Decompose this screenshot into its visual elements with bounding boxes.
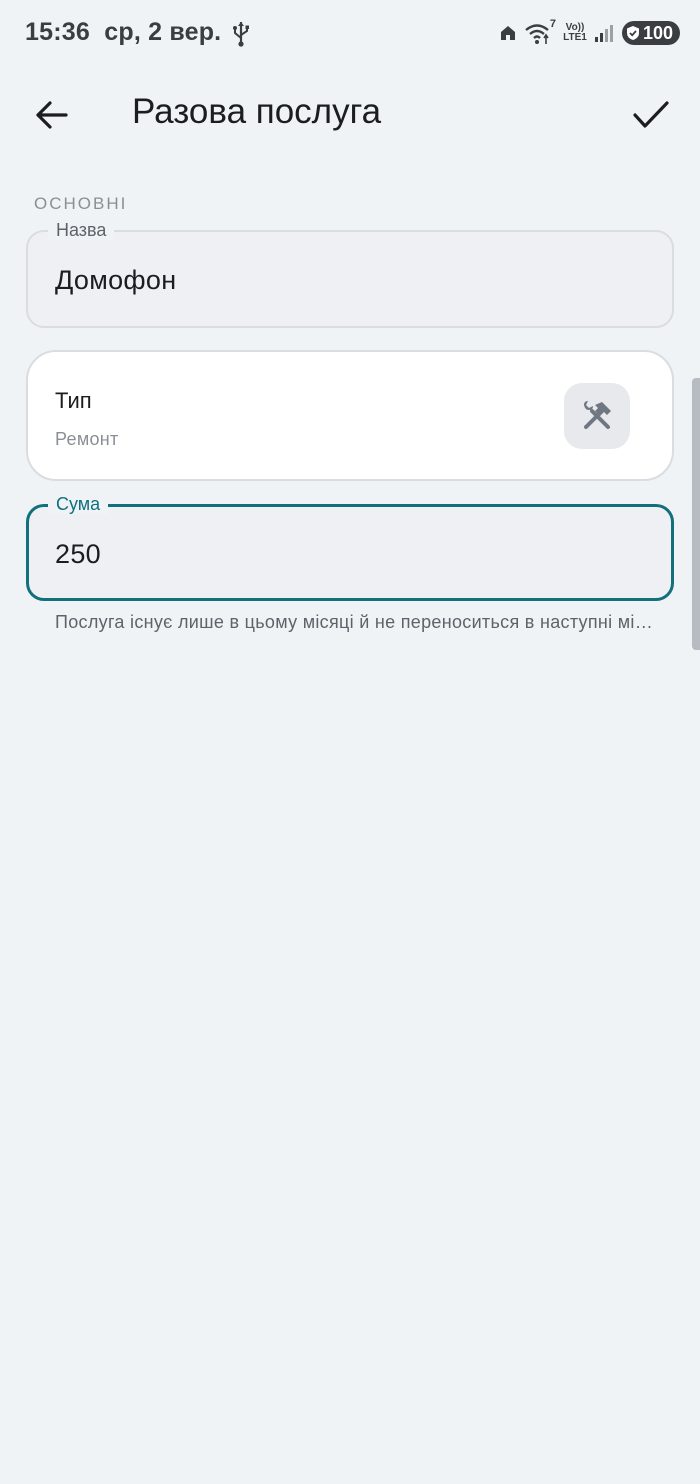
- signal-icon: [595, 25, 613, 42]
- name-field-label: Назва: [48, 220, 115, 240]
- volte-indicator: Vo)) LTE1: [562, 23, 588, 43]
- name-field-value: Домофон: [55, 265, 177, 295]
- status-time: 15:36: [25, 18, 90, 46]
- confirm-button[interactable]: [626, 90, 676, 140]
- status-icons: 7 Vo)) LTE1 100: [498, 18, 680, 48]
- battery-saver-shield-icon: [627, 26, 639, 40]
- wifi-indicator: 7: [524, 18, 556, 46]
- usb-icon: [233, 22, 249, 47]
- sum-field-value: 250: [55, 539, 101, 569]
- status-time-date: 15:36 ср, 2 вер.: [25, 18, 221, 47]
- type-icon-button[interactable]: [564, 383, 630, 449]
- scrollbar[interactable]: [692, 378, 700, 650]
- status-date: ср, 2 вер.: [104, 18, 222, 46]
- arrow-back-icon: [36, 101, 68, 129]
- lte-label: LTE1: [563, 32, 587, 43]
- name-field[interactable]: Назва Домофон: [26, 220, 674, 328]
- type-value: Ремонт: [55, 429, 119, 449]
- wifi-badge: 7: [549, 18, 556, 30]
- sum-field-label: Сума: [48, 494, 109, 514]
- home-icon: [501, 26, 515, 40]
- sum-field[interactable]: Сума 250: [26, 494, 674, 601]
- wifi-icon: [525, 24, 549, 44]
- status-bar: 15:36 ср, 2 вер. 7 Vo)) LTE1 100: [0, 0, 700, 68]
- back-button[interactable]: [26, 90, 76, 140]
- page-title: Разова послуга: [132, 92, 382, 131]
- section-label: ОСНОВНІ: [34, 194, 128, 213]
- type-selector[interactable]: Тип Ремонт: [26, 350, 674, 481]
- type-title: Тип: [55, 388, 92, 413]
- tools-icon: [584, 401, 611, 429]
- battery-indicator: 100: [622, 21, 680, 45]
- app-bar: Разова послуга: [0, 68, 700, 160]
- check-icon: [633, 101, 669, 128]
- sum-helper-text: Послуга існує лише в цьому місяці й не п…: [55, 612, 655, 632]
- battery-percent: 100: [643, 22, 674, 43]
